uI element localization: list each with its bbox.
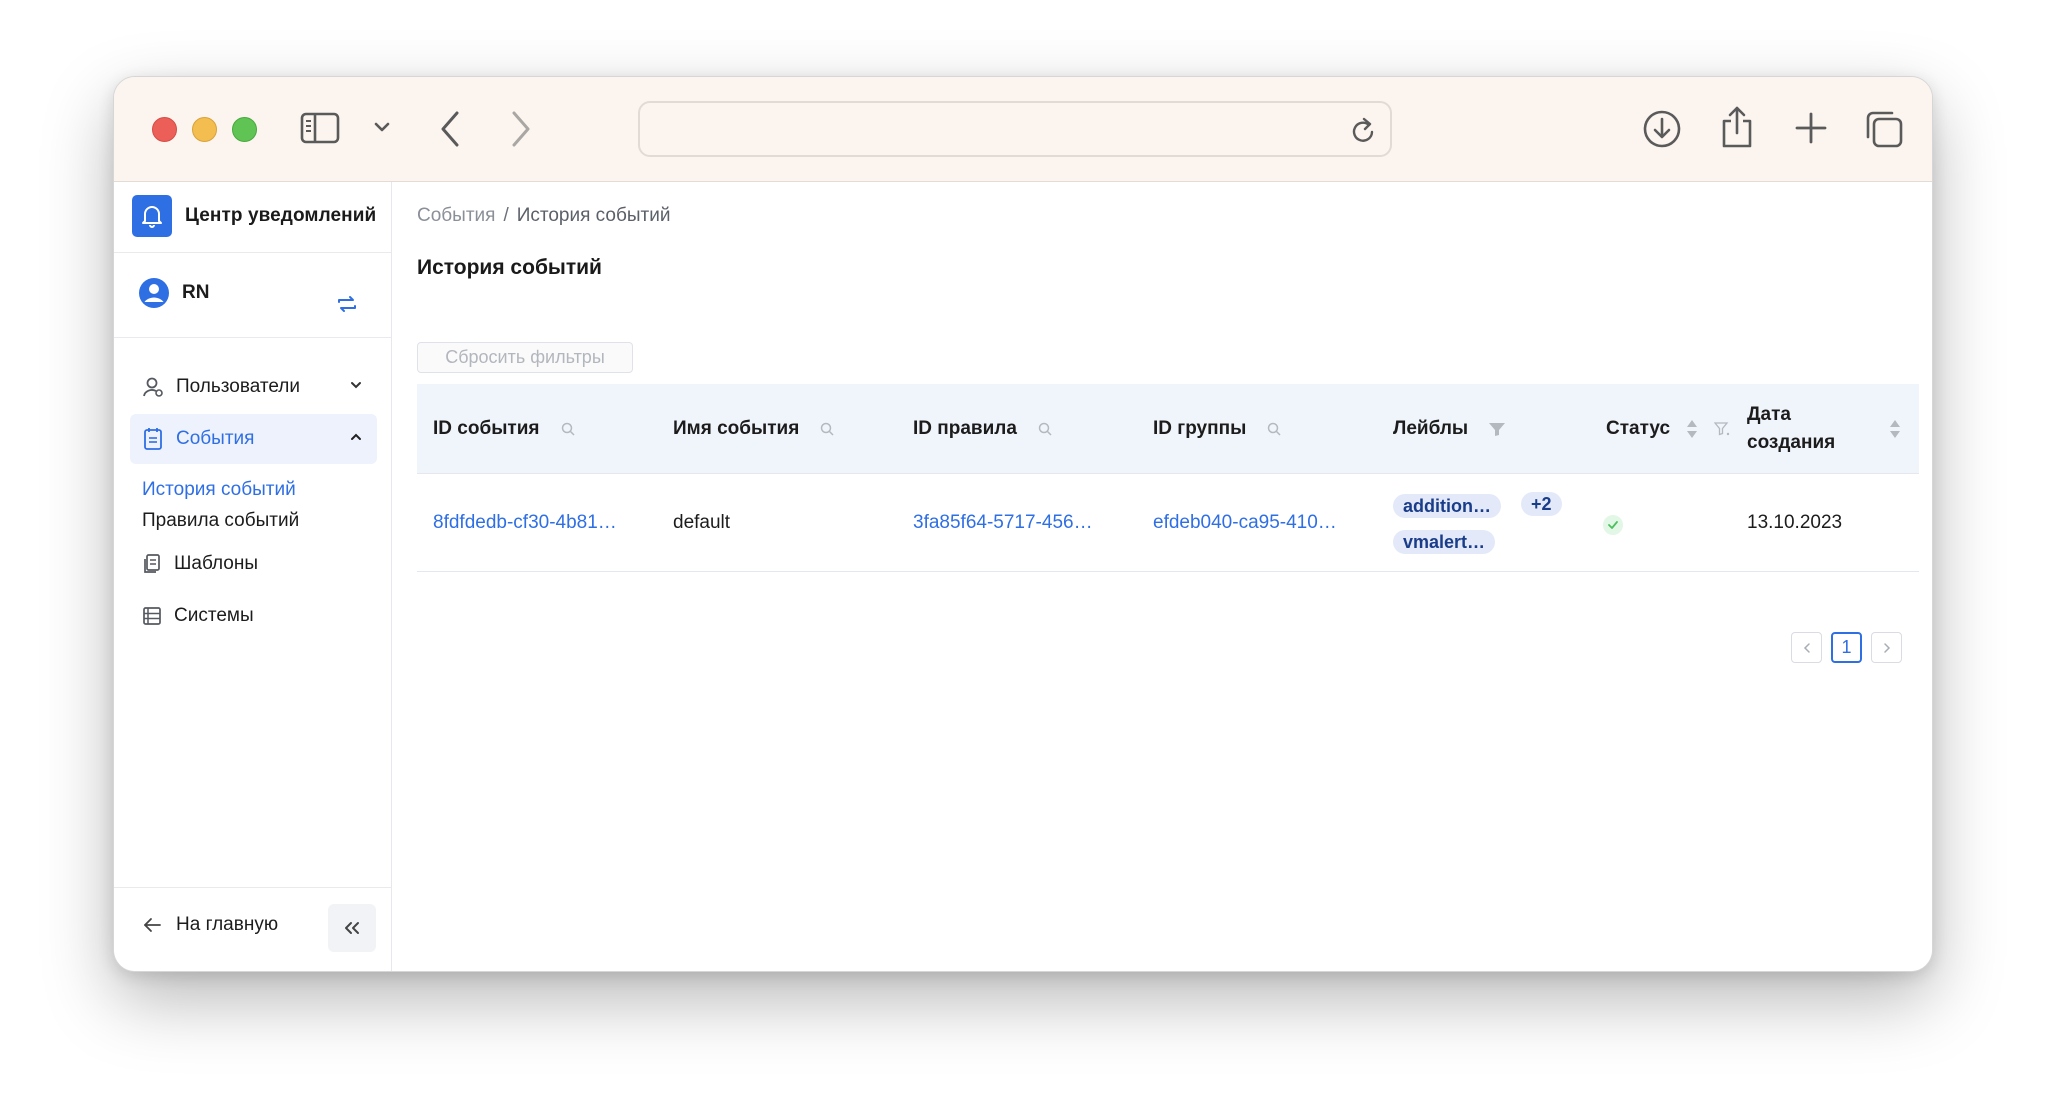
- search-icon[interactable]: [1037, 421, 1053, 437]
- divider: [114, 252, 391, 253]
- browser-toolbar: [114, 77, 1932, 182]
- download-icon[interactable]: [1642, 109, 1682, 149]
- events-table: ID события Имя события ID правила ID гру…: [417, 384, 1919, 572]
- user-profile[interactable]: RN: [138, 277, 209, 309]
- users-icon: [143, 377, 163, 397]
- plus-icon[interactable]: [1794, 111, 1828, 145]
- filter-icon[interactable]: [1488, 421, 1506, 437]
- events-icon: [144, 428, 162, 450]
- sidebar-toggle-icon[interactable]: [300, 111, 340, 145]
- sort-icon[interactable]: [1686, 418, 1698, 440]
- switch-icon[interactable]: [336, 294, 358, 319]
- forward-icon[interactable]: [510, 109, 532, 149]
- breadcrumb-current: История событий: [516, 205, 671, 226]
- nav-label: Системы: [174, 605, 254, 626]
- column-label: ID группы: [1153, 418, 1247, 439]
- next-page-button[interactable]: [1871, 632, 1902, 663]
- chevron-left-icon: [1803, 642, 1810, 653]
- sidebar-item-event-rules[interactable]: Правила событий: [142, 510, 299, 532]
- created-date: 13.10.2023: [1747, 512, 1843, 533]
- share-icon[interactable]: [1720, 105, 1754, 149]
- column-label: Статус: [1606, 418, 1671, 439]
- nav-label: События: [176, 428, 255, 449]
- table-row[interactable]: 8fdfdedb-cf30-4b81… default 3fa85f64-571…: [417, 474, 1919, 572]
- column-status: Статус: [1606, 384, 1730, 474]
- label-tag[interactable]: vmalert…: [1393, 530, 1496, 554]
- brand-title: Центр уведомлений: [185, 205, 377, 226]
- templates-icon: [144, 554, 160, 573]
- more-labels-tag[interactable]: +2: [1521, 492, 1562, 516]
- rule-id-link[interactable]: 3fa85f64-5717-456…: [913, 474, 1133, 572]
- collapse-sidebar-button[interactable]: [328, 904, 376, 952]
- column-label: Лейблы: [1393, 418, 1469, 439]
- user-icon: [139, 278, 169, 308]
- reload-icon[interactable]: [1350, 115, 1378, 150]
- group-id-link[interactable]: efdeb040-ca95-410…: [1153, 474, 1373, 572]
- main-content: События / История событий История событи…: [393, 182, 1932, 971]
- search-icon[interactable]: [1266, 421, 1282, 437]
- close-window-button[interactable]: [152, 117, 177, 142]
- column-event-id: ID события: [433, 384, 576, 474]
- home-link[interactable]: На главную: [142, 914, 278, 936]
- search-icon[interactable]: [819, 421, 835, 437]
- tabs-icon[interactable]: [1864, 109, 1904, 149]
- nav-item-users[interactable]: Пользователи: [130, 362, 377, 412]
- reset-filters-button[interactable]: Сбросить фильтры: [417, 342, 633, 373]
- address-bar[interactable]: [638, 101, 1392, 157]
- column-label: ID события: [433, 418, 540, 439]
- nav-item-systems[interactable]: Системы: [130, 591, 377, 641]
- nav-label: Шаблоны: [174, 553, 259, 574]
- sidebar-item-event-history[interactable]: История событий: [142, 479, 296, 501]
- breadcrumb: События / История событий: [417, 205, 670, 227]
- breadcrumb-separator: /: [503, 205, 509, 226]
- breadcrumb-parent[interactable]: События: [417, 205, 495, 227]
- back-icon[interactable]: [439, 109, 461, 149]
- table-header: ID события Имя события ID правила ID гру…: [417, 384, 1919, 474]
- user-initials: RN: [182, 282, 210, 303]
- browser-window: Центр уведомлений RN Пользователи Событи…: [113, 76, 1933, 972]
- systems-icon: [143, 607, 161, 625]
- check-icon: [1603, 515, 1623, 535]
- column-group-id: ID группы: [1153, 384, 1282, 474]
- brand[interactable]: Центр уведомлений: [132, 194, 376, 238]
- page-button-current[interactable]: 1: [1831, 632, 1862, 663]
- divider: [114, 337, 391, 338]
- search-icon[interactable]: [560, 421, 576, 437]
- column-labels: Лейблы: [1393, 384, 1506, 474]
- chevron-down-icon: [351, 382, 361, 389]
- chevron-right-icon: [1883, 642, 1890, 653]
- minimize-window-button[interactable]: [192, 117, 217, 142]
- nav-item-events[interactable]: События: [130, 414, 377, 464]
- column-rule-id: ID правила: [913, 384, 1053, 474]
- nav-label: Пользователи: [176, 376, 301, 397]
- arrow-left-icon: [144, 918, 161, 932]
- double-chevron-left-icon: [345, 922, 359, 934]
- filter-icon[interactable]: [1714, 421, 1730, 437]
- maximize-window-button[interactable]: [232, 117, 257, 142]
- column-label: Дата: [1747, 404, 1791, 425]
- pagination: 1: [1791, 632, 1902, 663]
- column-label: Имя события: [673, 418, 800, 439]
- event-name: default: [673, 512, 731, 533]
- bell-icon: [132, 195, 172, 237]
- chevron-up-icon: [351, 433, 361, 440]
- column-label: ID правила: [913, 418, 1017, 439]
- event-id-link[interactable]: 8fdfdedb-cf30-4b81…: [433, 474, 653, 572]
- chevron-down-icon[interactable]: [374, 121, 390, 133]
- sidebar-footer: На главную: [114, 887, 391, 971]
- sort-icon[interactable]: [1889, 384, 1901, 474]
- column-event-name: Имя события: [673, 384, 835, 474]
- column-label: создания: [1747, 432, 1836, 453]
- home-link-label: На главную: [176, 914, 279, 935]
- column-created-date: Дата создания: [1747, 384, 1835, 474]
- address-input[interactable]: [656, 103, 1316, 155]
- sidebar: Центр уведомлений RN Пользователи Событи…: [114, 182, 392, 971]
- prev-page-button[interactable]: [1791, 632, 1822, 663]
- label-tag[interactable]: addition…: [1393, 494, 1501, 518]
- nav-item-templates[interactable]: Шаблоны: [130, 539, 377, 589]
- page-title: История событий: [417, 256, 602, 279]
